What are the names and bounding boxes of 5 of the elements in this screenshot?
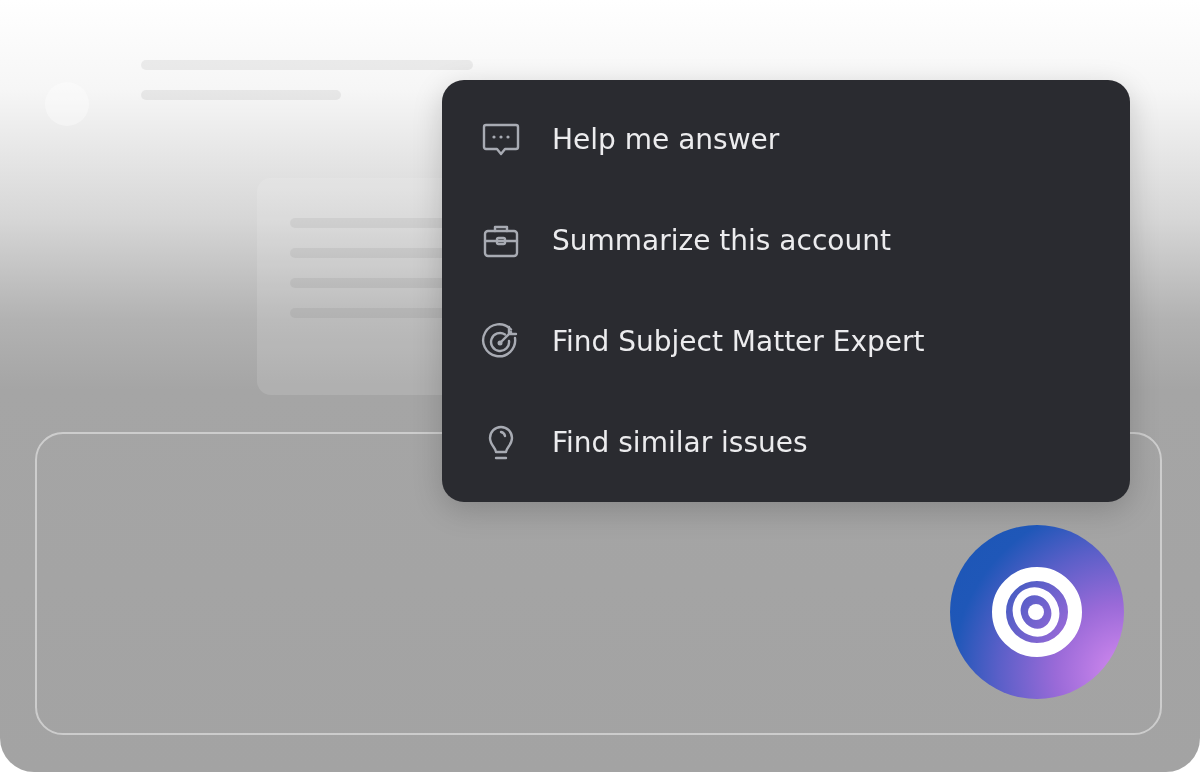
menu-item[interactable]: Find Subject Matter Expert [442,291,1130,392]
menu-item[interactable]: Summarize this account [442,190,1130,291]
menu-item[interactable]: Find similar issues [442,392,1130,493]
menu-item[interactable]: Help me answer [442,89,1130,190]
rings-icon [991,566,1083,658]
